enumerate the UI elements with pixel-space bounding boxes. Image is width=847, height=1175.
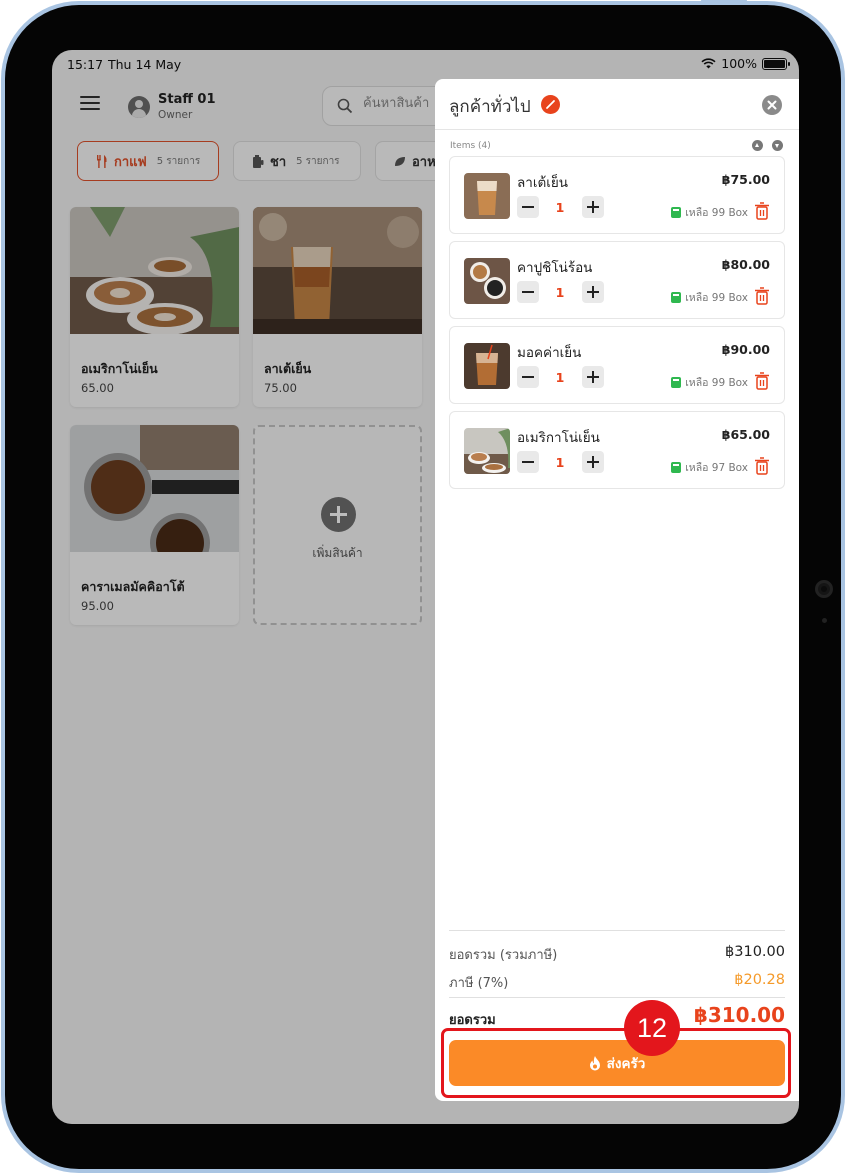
cart-item: คาปูชิโน่ร้อน ฿80.00 1 เหลือ 99 Box bbox=[449, 241, 785, 319]
stock-info: เหลือ 97 Box bbox=[671, 459, 748, 476]
divider bbox=[449, 997, 785, 998]
screen: 15:17 Thu 14 May 100% Staff 01 Owner ค้น… bbox=[52, 50, 799, 1124]
divider bbox=[449, 930, 785, 931]
increase-qty-button[interactable] bbox=[582, 281, 604, 303]
item-name: ลาเต้เย็น bbox=[517, 175, 568, 191]
stock-label: เหลือ 99 Box bbox=[685, 292, 748, 304]
subtotal-value: ฿310.00 bbox=[725, 944, 785, 960]
item-image bbox=[464, 428, 510, 474]
grand-total-value: ฿310.00 bbox=[693, 1003, 785, 1027]
stock-info: เหลือ 99 Box bbox=[671, 374, 748, 391]
decrease-qty-button[interactable] bbox=[517, 196, 539, 218]
box-icon bbox=[671, 462, 682, 473]
item-name: อเมริกาโน่เย็น bbox=[517, 430, 600, 446]
customer-name: ลูกค้าทั่วไป bbox=[449, 97, 531, 117]
box-icon bbox=[671, 207, 682, 218]
stock-label: เหลือ 99 Box bbox=[685, 207, 748, 219]
divider bbox=[435, 129, 799, 130]
stock-label: เหลือ 97 Box bbox=[685, 462, 748, 474]
stock-label: เหลือ 99 Box bbox=[685, 377, 748, 389]
item-name: มอคค่าเย็น bbox=[517, 345, 582, 361]
box-icon bbox=[671, 377, 682, 388]
step-badge: 12 bbox=[624, 1000, 680, 1056]
grand-total-label: ยอดรวม bbox=[449, 1013, 496, 1028]
trash-icon[interactable] bbox=[754, 202, 770, 220]
trash-icon[interactable] bbox=[754, 372, 770, 390]
top-button bbox=[701, 0, 747, 2]
cart-item: มอคค่าเย็น ฿90.00 1 เหลือ 99 Box bbox=[449, 326, 785, 404]
stock-info: เหลือ 99 Box bbox=[671, 289, 748, 306]
increase-qty-button[interactable] bbox=[582, 451, 604, 473]
cart-item: ลาเต้เย็น ฿75.00 1 เหลือ 99 Box bbox=[449, 156, 785, 234]
item-qty: 1 bbox=[555, 455, 565, 470]
item-price: ฿80.00 bbox=[721, 257, 770, 272]
trash-icon[interactable] bbox=[754, 287, 770, 305]
item-price: ฿75.00 bbox=[721, 172, 770, 187]
tax-value: ฿20.28 bbox=[734, 972, 785, 988]
item-image bbox=[464, 258, 510, 304]
decrease-qty-button[interactable] bbox=[517, 366, 539, 388]
decrease-qty-button[interactable] bbox=[517, 451, 539, 473]
decrease-qty-button[interactable] bbox=[517, 281, 539, 303]
cart-panel: ลูกค้าทั่วไป Items (4) ลาเต้เย็น ฿75.00 … bbox=[435, 79, 799, 1101]
box-icon bbox=[671, 292, 682, 303]
increase-qty-button[interactable] bbox=[582, 196, 604, 218]
sensor bbox=[822, 618, 827, 623]
item-qty: 1 bbox=[555, 285, 565, 300]
item-name: คาปูชิโน่ร้อน bbox=[517, 260, 593, 276]
item-price: ฿90.00 bbox=[721, 342, 770, 357]
trash-icon[interactable] bbox=[754, 457, 770, 475]
subtotal-label: ยอดรวม (รวมภาษี) bbox=[449, 948, 558, 963]
item-qty: 1 bbox=[555, 200, 565, 215]
close-icon[interactable] bbox=[762, 95, 782, 115]
items-count: Items (4) bbox=[450, 141, 491, 151]
edit-customer-icon[interactable] bbox=[541, 95, 560, 114]
item-image bbox=[464, 343, 510, 389]
arrow-down-icon[interactable] bbox=[772, 140, 783, 151]
arrow-up-icon[interactable] bbox=[752, 140, 763, 151]
increase-qty-button[interactable] bbox=[582, 366, 604, 388]
stock-info: เหลือ 99 Box bbox=[671, 204, 748, 221]
camera bbox=[815, 580, 833, 598]
cart-item: อเมริกาโน่เย็น ฿65.00 1 เหลือ 97 Box bbox=[449, 411, 785, 489]
tax-label: ภาษี (7%) bbox=[449, 976, 509, 991]
item-qty: 1 bbox=[555, 370, 565, 385]
item-image bbox=[464, 173, 510, 219]
highlight-box bbox=[441, 1028, 791, 1098]
item-price: ฿65.00 bbox=[721, 427, 770, 442]
